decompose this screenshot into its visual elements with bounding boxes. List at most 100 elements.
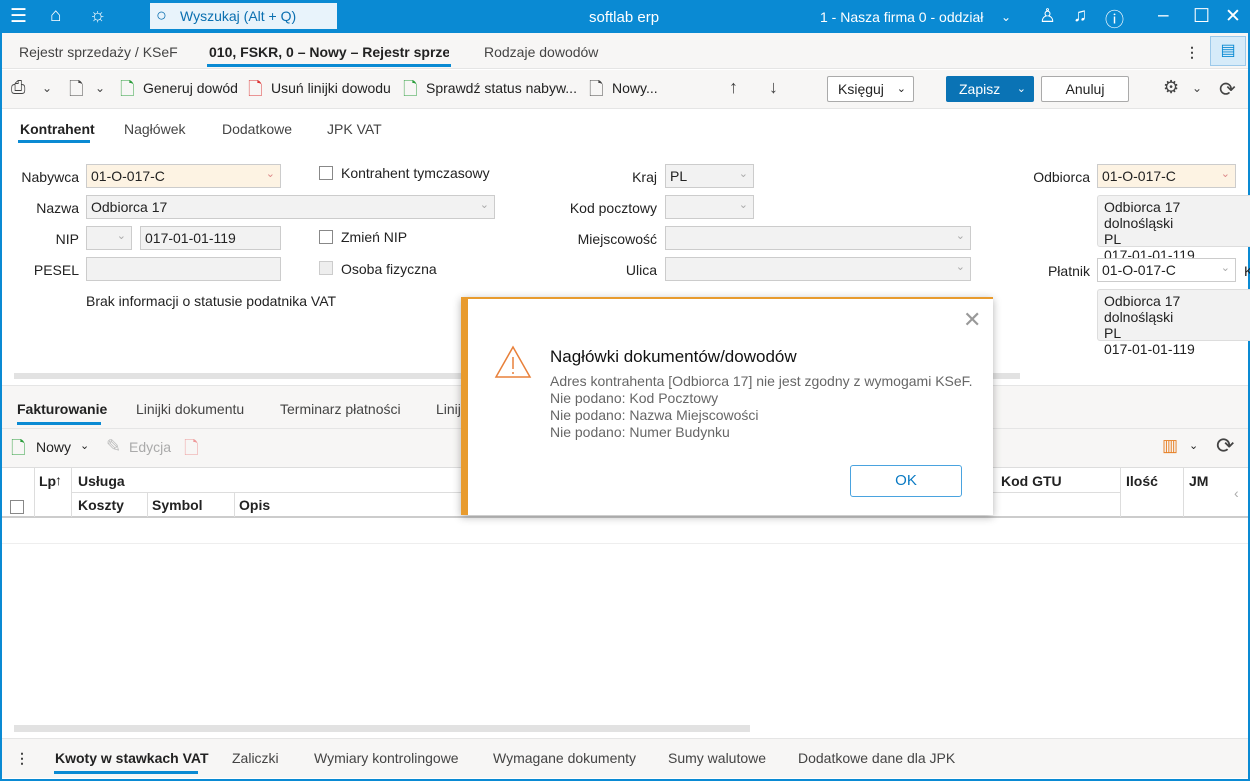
tab-dodatkowe[interactable]: Dodatkowe — [222, 121, 292, 137]
column-koszty[interactable]: Koszty — [78, 497, 124, 513]
more-icon[interactable]: ⋮ — [1185, 44, 1199, 61]
close-icon[interactable]: ✕ — [1225, 5, 1241, 28]
tab-sales-register[interactable]: Rejestr sprzedaży / KSeF — [19, 44, 178, 60]
close-icon[interactable]: ✕ — [963, 307, 981, 333]
column-ilosc[interactable]: Ilość — [1126, 473, 1158, 489]
tab-currency-sums[interactable]: Sumy walutowe — [668, 750, 766, 766]
new-line-button[interactable]: Nowy — [36, 439, 71, 455]
chevron-down-icon[interactable]: ⌄ — [42, 81, 52, 95]
chevron-down-icon: ⌄ — [738, 199, 748, 211]
column-opis[interactable]: Opis — [239, 497, 270, 513]
generate-button[interactable]: Generuj dowód — [143, 80, 238, 96]
post-button[interactable]: Księguj ⌄ — [827, 76, 914, 102]
street-field[interactable]: ⌄ — [665, 257, 971, 281]
delete-line-icon[interactable]: 🗋 — [184, 436, 198, 466]
name-field[interactable]: Odbiorca 17 ⌄ — [86, 195, 495, 219]
column-divider — [34, 468, 35, 517]
chevron-down-icon[interactable]: ⌄ — [1189, 439, 1198, 452]
new-button[interactable]: Nowy... — [612, 80, 658, 96]
cancel-button[interactable]: Anuluj — [1041, 76, 1129, 102]
chat-icon[interactable]: ▤ — [1210, 36, 1246, 66]
tab-advances[interactable]: Zaliczki — [232, 750, 279, 766]
grid-horizontal-scrollbar[interactable] — [14, 725, 750, 732]
tab-document-lines[interactable]: Linijki dokumentu — [136, 401, 244, 417]
tab-lines-more[interactable]: Linij — [436, 401, 461, 417]
postal-code-field[interactable]: ⌄ — [665, 195, 754, 219]
home-icon[interactable]: ⌂ — [50, 5, 61, 27]
payer-field[interactable]: 01-O-017-C ⌄ — [1097, 258, 1236, 282]
chevron-down-icon[interactable]: ⌄ — [1192, 81, 1202, 95]
menu-icon[interactable]: ☰ — [10, 5, 27, 28]
company-selector[interactable]: 1 - Nasza firma 0 - oddział — [820, 9, 983, 25]
nip-label: NIP — [55, 231, 79, 247]
refresh-icon[interactable]: ⟳ — [1216, 433, 1234, 459]
chart-icon[interactable]: ▥ — [1162, 436, 1178, 456]
pesel-field[interactable] — [86, 257, 281, 281]
tab-kontrahent[interactable]: Kontrahent — [20, 121, 95, 137]
recipient-label: Odbiorca — [1033, 169, 1090, 185]
document-settings-icon[interactable]: 🗋 — [69, 77, 83, 107]
edit-button[interactable]: Edycja — [129, 439, 171, 455]
bell-icon[interactable]: ♫ — [1073, 5, 1087, 27]
lightbulb-icon[interactable]: ☼ — [89, 5, 106, 27]
search-input[interactable]: ○ Wyszukaj (Alt + Q) — [150, 3, 337, 29]
user-icon[interactable]: ♙ — [1039, 5, 1056, 28]
refresh-icon[interactable]: ⟳ — [1219, 77, 1236, 102]
tab-jpk-extra[interactable]: Dodatkowe dane dla JPK — [798, 750, 955, 766]
tab-payment-schedule[interactable]: Terminarz płatności — [280, 401, 401, 417]
chevron-down-icon[interactable]: ⌄ — [1001, 10, 1011, 24]
check-status-icon: 🗋 — [403, 79, 418, 99]
temp-contractor-checkbox[interactable] — [319, 166, 333, 180]
recipient-field[interactable]: 01-O-017-C ⌄ — [1097, 164, 1236, 188]
gear-icon[interactable]: ⚙ — [1163, 77, 1179, 98]
edit-icon: ✎ — [106, 436, 122, 456]
save-button[interactable]: Zapisz ⌄ — [946, 76, 1034, 102]
column-lp[interactable]: Lp — [39, 473, 56, 489]
tab-required-docs[interactable]: Wymagane dokumenty — [493, 750, 636, 766]
buyer-field[interactable]: 01-O-017-C ⌄ — [86, 164, 281, 188]
column-usluga[interactable]: Usługa — [78, 473, 125, 489]
column-divider — [147, 493, 148, 517]
nip-field[interactable]: 017-01-01-119 — [140, 226, 281, 250]
column-jm[interactable]: JM — [1189, 473, 1208, 489]
print-icon[interactable]: ⎙ — [11, 77, 25, 98]
vat-status-info: Brak informacji o statusie podatnika VAT — [86, 293, 337, 309]
scroll-left-icon[interactable]: ‹ — [1234, 485, 1239, 501]
delete-lines-button[interactable]: Usuń linijki dowodu — [271, 80, 391, 96]
chevron-down-icon: ⌄ — [479, 199, 489, 211]
natural-person-checkbox[interactable] — [319, 261, 333, 275]
tab-controlling[interactable]: Wymiary kontrolingowe — [314, 750, 459, 766]
help-icon[interactable]: ⓘ — [1105, 5, 1124, 32]
chevron-down-icon: ⌄ — [738, 168, 748, 180]
nip-prefix-field[interactable]: ⌄ — [86, 226, 132, 250]
ok-button[interactable]: OK — [850, 465, 962, 497]
tab-underline — [17, 422, 101, 425]
column-divider — [1183, 468, 1184, 517]
tab-document[interactable]: 010, FSKR, 0 – Nowy – Rejestr sprzeda — [209, 44, 449, 60]
arrow-down-icon[interactable]: ↓ — [769, 77, 778, 98]
chevron-down-icon: ⌄ — [265, 168, 275, 180]
check-status-button[interactable]: Sprawdź status nabyw... — [426, 80, 577, 96]
dialog-title: Nagłówki dokumentów/dowodów — [550, 347, 797, 366]
maximize-icon[interactable]: ☐ — [1193, 5, 1210, 28]
change-nip-checkbox[interactable] — [319, 230, 333, 244]
select-all-checkbox[interactable] — [10, 500, 24, 514]
chevron-down-icon[interactable]: ⌄ — [95, 81, 105, 95]
more-icon[interactable]: ⋮ — [15, 750, 29, 767]
tab-jpk-vat[interactable]: JPK VAT — [327, 121, 382, 137]
tab-vat-amounts[interactable]: Kwoty w stawkach VAT — [55, 750, 209, 766]
title-bar: ☰ ⌂ ☼ ○ Wyszukaj (Alt + Q) softlab erp 1 … — [0, 0, 1250, 33]
tab-naglowek[interactable]: Nagłówek — [124, 121, 185, 137]
chevron-down-icon: ⌄ — [896, 83, 906, 95]
delete-lines-icon: 🗋 — [248, 79, 263, 99]
arrow-up-icon[interactable]: ↑ — [729, 77, 738, 98]
country-field[interactable]: PL ⌄ — [665, 164, 754, 188]
chevron-down-icon[interactable]: ⌄ — [80, 439, 89, 452]
buyer-label: Nabywca — [21, 169, 79, 185]
column-kod-gtu[interactable]: Kod GTU — [1001, 473, 1062, 489]
minimize-icon[interactable]: – — [1158, 5, 1169, 27]
city-field[interactable]: ⌄ — [665, 226, 971, 250]
column-symbol[interactable]: Symbol — [152, 497, 203, 513]
tab-document-types[interactable]: Rodzaje dowodów — [484, 44, 598, 60]
tab-fakturowanie[interactable]: Fakturowanie — [17, 401, 107, 417]
